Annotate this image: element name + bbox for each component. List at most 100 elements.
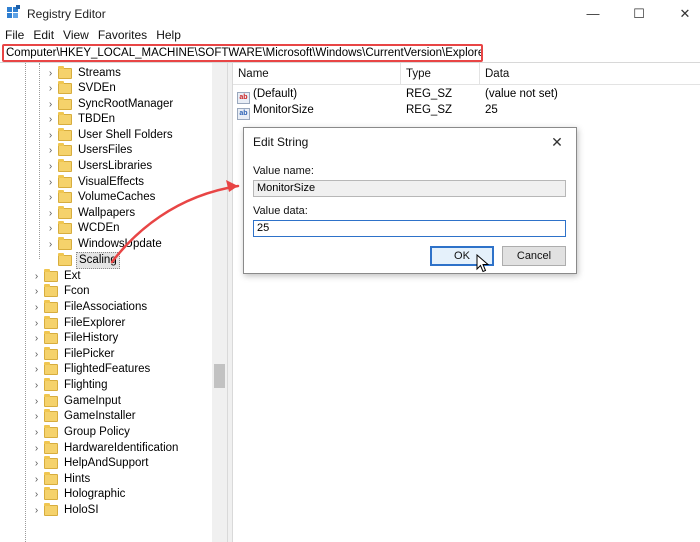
expand-icon[interactable]: › (32, 268, 41, 284)
expand-icon[interactable]: › (32, 346, 41, 362)
folder-icon (58, 80, 72, 94)
tree-item-svden[interactable]: › SVDEn (46, 80, 118, 96)
tree-item-filehistory[interactable]: › FileHistory (32, 330, 120, 346)
menu-view[interactable]: View (58, 27, 93, 44)
tree-item-gameinstaller[interactable]: › GameInstaller (32, 408, 138, 424)
expand-icon[interactable]: › (32, 315, 41, 331)
folder-icon (58, 205, 72, 219)
expand-icon[interactable]: › (46, 96, 55, 112)
tree-item-volumecaches[interactable]: › VolumeCaches (46, 189, 157, 205)
dialog-title: Edit String (253, 135, 309, 149)
expand-icon[interactable]: › (46, 158, 55, 174)
tree-item-fcon[interactable]: › Fcon (32, 283, 92, 299)
tree-item-holosi[interactable]: › HoloSI (32, 502, 101, 518)
expand-icon[interactable]: › (46, 111, 55, 127)
key-tree: › Streams › SVDEn › SyncRootManager › TBDEn … (0, 63, 227, 542)
tree-item-wcden[interactable]: › WCDEn (46, 220, 122, 236)
tree-item-flighting[interactable]: › Flighting (32, 377, 109, 393)
column-data[interactable]: Data (480, 63, 509, 85)
expand-icon[interactable]: › (46, 236, 55, 252)
tree-item-windowsupdate[interactable]: › WindowsUpdate (46, 236, 164, 252)
menu-file[interactable]: File (0, 27, 28, 44)
tree-item-usersfiles[interactable]: › UsersFiles (46, 142, 134, 158)
expand-icon[interactable]: › (32, 393, 41, 409)
expand-icon[interactable]: › (46, 127, 55, 143)
tree-item-userslibraries[interactable]: › UsersLibraries (46, 158, 154, 174)
tree-item-filepicker[interactable]: › FilePicker (32, 346, 116, 362)
folder-icon (58, 220, 72, 234)
menu-favorites[interactable]: Favorites (93, 27, 151, 44)
tree-item-holographic[interactable]: › Holographic (32, 486, 127, 502)
folder-icon (58, 96, 72, 110)
expand-icon[interactable]: › (46, 65, 55, 81)
menu-edit[interactable]: Edit (28, 27, 58, 44)
expand-icon[interactable]: › (32, 330, 41, 346)
tree-item-streams[interactable]: › Streams (46, 65, 123, 81)
tree-item-group-policy[interactable]: › Group Policy (32, 424, 132, 440)
tree-item-fileassociations[interactable]: › FileAssociations (32, 299, 149, 315)
close-button[interactable]: ✕ (662, 0, 700, 27)
tree-scroll-thumb[interactable] (214, 364, 225, 388)
tree-item-helpandsupport[interactable]: › HelpAndSupport (32, 455, 150, 471)
tree-item-gameinput[interactable]: › GameInput (32, 393, 123, 409)
folder-icon (44, 315, 58, 329)
binary-value-icon: ab (237, 108, 250, 120)
maximize-button[interactable]: ☐ (616, 0, 662, 27)
tree-item-tbden[interactable]: › TBDEn (46, 111, 117, 127)
tree-item-fileexplorer[interactable]: › FileExplorer (32, 315, 127, 331)
tree-item-hardwareidentification[interactable]: › HardwareIdentification (32, 440, 180, 456)
tree-item-user-shell-folders[interactable]: › User Shell Folders (46, 127, 175, 143)
expand-icon[interactable]: › (46, 189, 55, 205)
value-name-field: MonitorSize (253, 180, 566, 197)
expand-icon[interactable]: › (32, 455, 41, 471)
column-type[interactable]: Type (401, 63, 431, 85)
minimize-button[interactable]: — (570, 0, 616, 27)
expand-icon[interactable]: › (46, 80, 55, 96)
tree-item-flightedfeatures[interactable]: › FlightedFeatures (32, 361, 152, 377)
expand-icon[interactable]: › (32, 408, 41, 424)
expand-icon[interactable]: › (32, 502, 41, 518)
menu-help[interactable]: Help (151, 27, 185, 44)
expand-icon[interactable]: › (32, 486, 41, 502)
tree-guide-line (39, 63, 40, 259)
expand-icon[interactable]: › (32, 440, 41, 456)
mouse-cursor-icon (476, 254, 490, 273)
value-name-label: Value name: (253, 165, 314, 177)
tree-item-syncrootmanager[interactable]: › SyncRootManager (46, 96, 175, 112)
folder-icon (44, 299, 58, 313)
folder-icon (58, 158, 72, 172)
expand-icon[interactable]: › (46, 205, 55, 221)
value-data-input[interactable]: 25 (253, 220, 566, 237)
list-row-default[interactable]: ab (Default) REG_SZ (value not set) (233, 86, 700, 104)
folder-icon (44, 330, 58, 344)
list-row-monitorsize[interactable]: ab MonitorSize REG_SZ 25 (233, 102, 700, 120)
edit-string-dialog: Edit String ✕ Value name: MonitorSize Va… (243, 127, 577, 274)
folder-icon (44, 393, 58, 407)
expand-icon[interactable]: › (32, 361, 41, 377)
tree-guide-line (25, 63, 26, 542)
column-name[interactable]: Name (233, 63, 269, 85)
cancel-button[interactable]: Cancel (502, 246, 566, 266)
folder-icon (58, 189, 72, 203)
tree-item-visualeffects[interactable]: › VisualEffects (46, 174, 146, 190)
expand-icon[interactable]: › (46, 220, 55, 236)
folder-icon (44, 346, 58, 360)
dialog-close-button[interactable]: ✕ (542, 130, 572, 154)
folder-icon (58, 65, 72, 79)
tree-item-scaling[interactable]: Scaling (46, 251, 120, 269)
tree-item-hints[interactable]: › Hints (32, 471, 92, 487)
address-bar[interactable]: Computer\HKEY_LOCAL_MACHINE\SOFTWARE\Mic… (2, 44, 483, 62)
tree-item-wallpapers[interactable]: › Wallpapers (46, 205, 137, 221)
expand-icon[interactable]: › (46, 142, 55, 158)
expand-icon[interactable]: › (46, 174, 55, 190)
expand-icon[interactable]: › (32, 299, 41, 315)
tree-scrollbar[interactable] (212, 63, 227, 542)
expand-icon[interactable]: › (32, 377, 41, 393)
folder-icon (44, 471, 58, 485)
expand-icon[interactable]: › (32, 283, 41, 299)
tree-item-ext[interactable]: › Ext (32, 268, 83, 284)
expand-icon[interactable]: › (32, 424, 41, 440)
expand-icon[interactable]: › (32, 471, 41, 487)
folder-icon (58, 252, 72, 266)
folder-icon (44, 486, 58, 500)
